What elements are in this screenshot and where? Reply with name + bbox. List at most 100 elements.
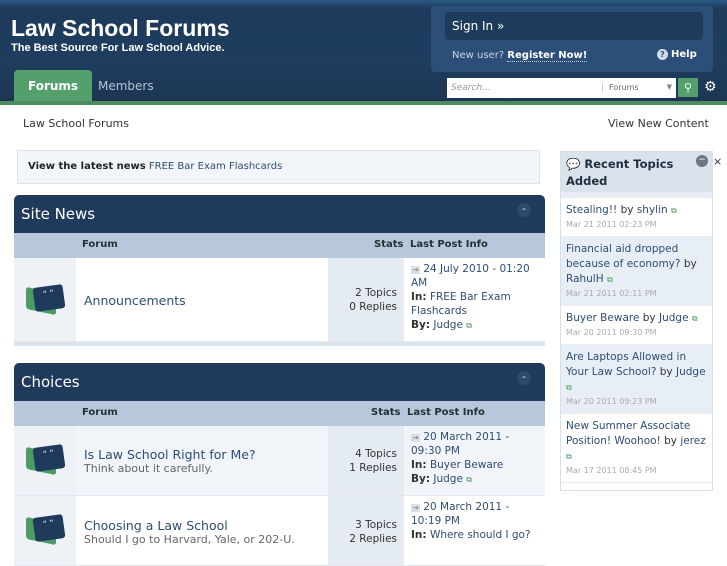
last-post-topic[interactable]: Buyer Beware: [430, 459, 503, 471]
search-input[interactable]: Search... Forums ▼: [447, 78, 676, 98]
last-post-user[interactable]: Judge: [433, 319, 463, 331]
col-stats: Stats: [374, 239, 404, 250]
col-last-post: Last Post Info: [410, 239, 488, 250]
reply-count: 2 Replies: [349, 533, 397, 545]
forum-description: Think about it carefully.: [84, 462, 213, 475]
external-link-icon[interactable]: ⧉: [466, 475, 472, 484]
user-link[interactable]: Judge: [676, 366, 706, 378]
category-title: Site News: [21, 205, 96, 223]
reply-count: 0 Replies: [349, 301, 397, 313]
external-link-icon[interactable]: ⧉: [466, 321, 472, 330]
category-header: Choices -: [14, 363, 545, 401]
user-link[interactable]: Judge: [659, 312, 689, 324]
last-post-date[interactable]: 20 March 2011 - 10:19 PM: [411, 501, 509, 527]
topic-link[interactable]: Stealing!!: [566, 204, 617, 216]
topic-count: 4 Topics: [355, 448, 397, 460]
topic-date: Mar 21 2011 02:23 PM: [566, 220, 657, 229]
forum-link[interactable]: Is Law School Right for Me?: [84, 447, 320, 462]
in-label: In:: [411, 459, 427, 471]
register-link[interactable]: Register Now!: [507, 50, 588, 62]
search-icon: ⚲: [683, 81, 693, 94]
topic-date: Mar 17 2011 08:45 PM: [566, 466, 657, 475]
category-site-news: Site News - Forum Stats Last Post Info “ ” …: [14, 195, 545, 346]
in-label: In:: [411, 529, 427, 541]
forum-link[interactable]: Choosing a Law School: [84, 518, 320, 533]
topic-date: Mar 21 2011 02:11 PM: [566, 289, 657, 298]
arrow-icon: →: [411, 504, 420, 512]
category-header: Site News -: [14, 195, 545, 233]
user-panel: Sign In » New user? Register Now! ? Help: [431, 6, 713, 72]
user-link[interactable]: RahulH: [566, 273, 604, 285]
help-link[interactable]: ? Help: [657, 49, 697, 60]
collapse-button[interactable]: -: [517, 371, 531, 385]
news-label: View the latest news: [28, 161, 146, 172]
recent-topic-item: Buyer Beware by Judge ⧉ Mar 20 2011 09:30…: [561, 306, 712, 345]
gear-icon[interactable]: ⚙: [704, 79, 717, 95]
collapse-button[interactable]: -: [517, 203, 531, 217]
site-tagline: The Best Source For Law School Advice.: [11, 42, 225, 54]
forum-quote-icon: “ ”: [26, 514, 66, 546]
by-label: by: [659, 366, 673, 378]
col-stats: Stats: [371, 407, 401, 418]
arrow-icon: →: [411, 266, 420, 274]
forum-description: Should I go to Harvard, Yale, or 202-U.: [84, 533, 295, 546]
recent-topics-sidebar: 💬 Recent Topics Added Stealing!! by shyl…: [560, 151, 713, 491]
view-new-content-link[interactable]: View New Content: [608, 117, 709, 130]
by-label: by: [620, 204, 634, 216]
col-forum: Forum: [82, 407, 118, 418]
topic-count: 2 Topics: [355, 287, 397, 299]
topic-link[interactable]: Buyer Beware: [566, 312, 639, 324]
help-label: Help: [671, 49, 697, 60]
topic-link[interactable]: Financial aid dropped because of economy…: [566, 243, 680, 270]
last-post-user[interactable]: Judge: [433, 473, 463, 485]
by-label: by: [683, 258, 697, 270]
by-label: by: [642, 312, 656, 324]
topic-count: 3 Topics: [355, 519, 397, 531]
site-title[interactable]: Law School Forums: [11, 15, 230, 42]
col-last-post: Last Post Info: [407, 407, 485, 418]
external-link-icon[interactable]: ⧉: [692, 314, 698, 323]
user-link[interactable]: jerez: [680, 435, 705, 447]
help-icon: ?: [657, 49, 668, 60]
minimize-sidebar-button[interactable]: −: [696, 155, 708, 167]
last-post-date[interactable]: 20 March 2011 - 09:30 PM: [411, 431, 509, 457]
tab-members[interactable]: Members: [84, 70, 168, 103]
external-link-icon[interactable]: ⧉: [566, 452, 572, 461]
new-user-text: New user? Register Now!: [452, 50, 588, 62]
search-button[interactable]: ⚲: [678, 78, 698, 97]
breadcrumb[interactable]: Law School Forums: [23, 117, 129, 130]
category-choices: Choices - Forum Stats Last Post Info “ ” Is…: [14, 363, 545, 566]
external-link-icon[interactable]: ⧉: [671, 206, 677, 215]
topic-date: Mar 20 2011 09:30 PM: [566, 328, 657, 337]
forum-row: “ ” Choosing a Law School Should I go to …: [14, 496, 545, 566]
arrow-icon: →: [411, 434, 420, 442]
close-icon[interactable]: ×: [713, 155, 722, 168]
category-title: Choices: [21, 373, 80, 391]
sign-in-button[interactable]: Sign In »: [445, 12, 703, 40]
in-label: In:: [411, 291, 427, 303]
forum-link[interactable]: Announcements: [84, 293, 320, 308]
forum-icon-cell: “ ”: [14, 258, 76, 341]
nav-divider: [0, 101, 727, 105]
last-post-date[interactable]: 24 July 2010 - 01:20 AM: [411, 263, 530, 289]
recent-topic-item: New Summer Associate Position! Woohoo! b…: [561, 414, 712, 483]
sidebar-title: Recent Topics Added: [566, 157, 674, 188]
news-bar: View the latest news FREE Bar Exam Flash…: [17, 150, 540, 184]
user-link[interactable]: shylin: [637, 204, 668, 216]
chat-bubble-icon: 💬: [566, 157, 581, 171]
recent-topic-item: Are Laptops Allowed in Your Law School? …: [561, 345, 712, 414]
forum-quote-icon: “ ”: [26, 284, 66, 316]
recent-topic-item: Financial aid dropped because of economy…: [561, 237, 712, 306]
new-user-label: New user?: [452, 50, 505, 61]
search-scope-select[interactable]: Forums: [602, 83, 639, 92]
tab-forums[interactable]: Forums: [14, 70, 93, 103]
column-headers: Forum Stats Last Post Info: [14, 233, 545, 258]
external-link-icon[interactable]: ⧉: [566, 383, 572, 392]
search-placeholder: Search...: [451, 83, 491, 93]
reply-count: 1 Replies: [349, 462, 397, 474]
news-link[interactable]: FREE Bar Exam Flashcards: [149, 161, 282, 172]
forum-row: “ ” Is Law School Right for Me? Think abo…: [14, 426, 545, 496]
last-post-topic[interactable]: Where should I go?: [430, 529, 531, 541]
chevron-down-icon: ▼: [666, 83, 672, 91]
external-link-icon[interactable]: ⧉: [607, 275, 613, 284]
